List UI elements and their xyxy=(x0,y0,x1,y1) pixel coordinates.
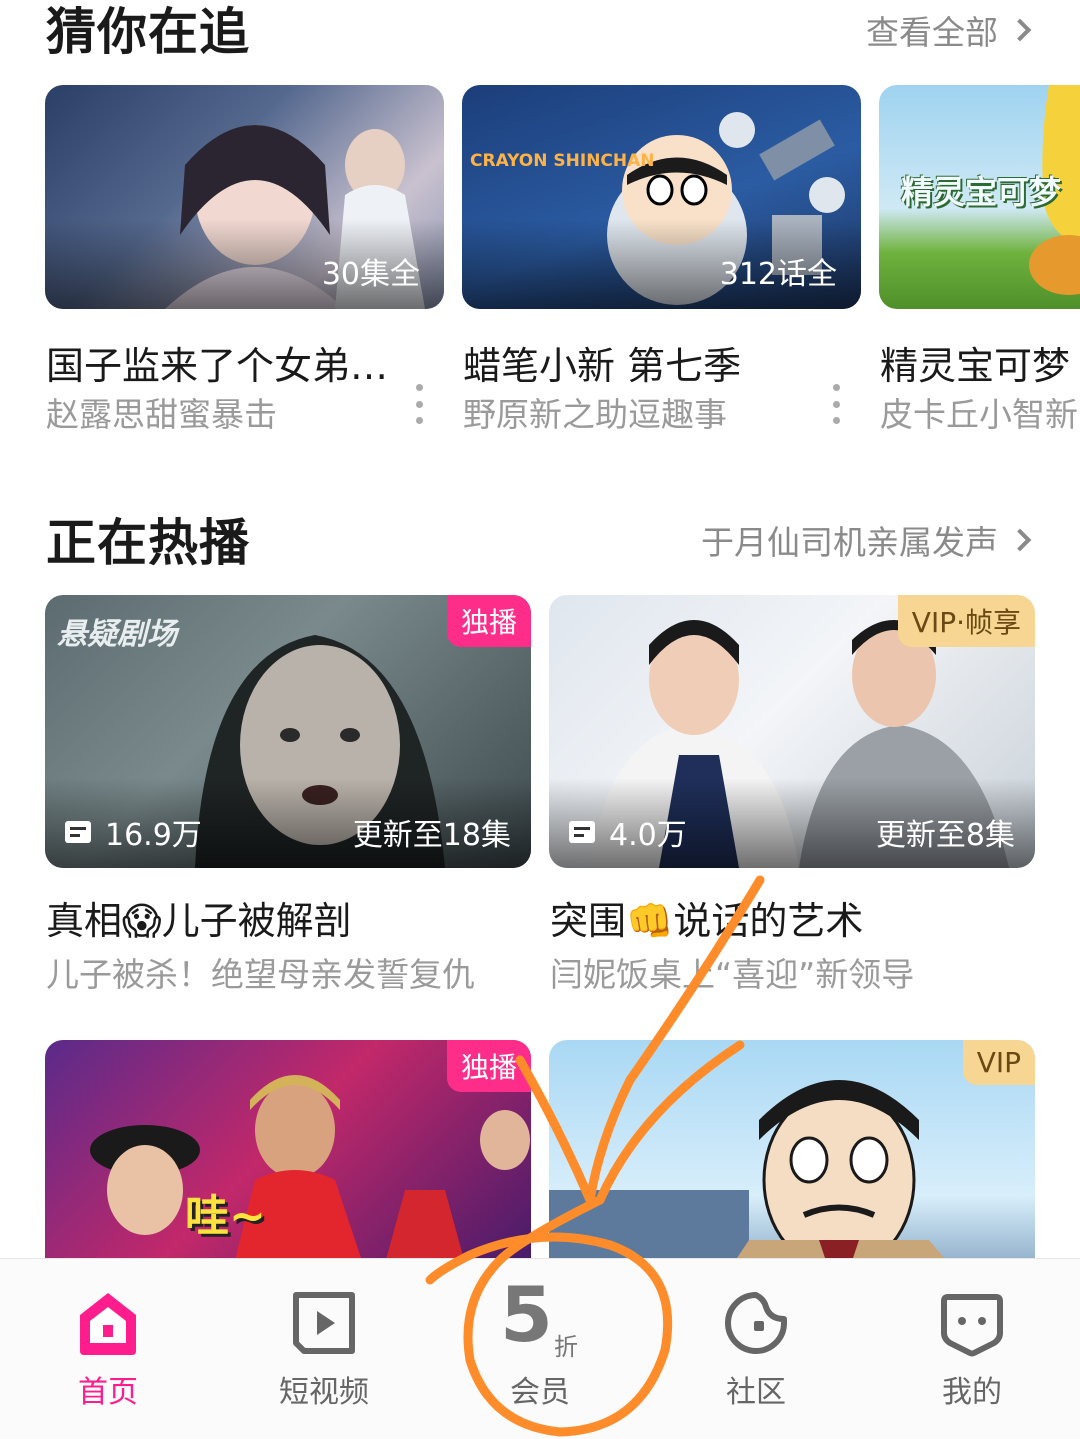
hot-news-link[interactable]: 于月仙司机亲属发声 xyxy=(701,516,1032,564)
update-status: 更新至8集 xyxy=(875,818,1015,853)
tab-home[interactable]: 首页 xyxy=(0,1259,216,1439)
update-status: 更新至18集 xyxy=(352,818,511,853)
tab-label: 我的 xyxy=(942,1375,1002,1410)
view-all-label: 查看全部 xyxy=(866,13,998,52)
chevron-right-icon xyxy=(1008,18,1032,42)
thumbnail[interactable]: 30集全 xyxy=(45,85,444,309)
profile-icon xyxy=(941,1294,1003,1357)
poster-logo-text: 精灵宝可梦 xyxy=(901,173,1062,211)
thumbnail[interactable]: 悬疑剧场 独播 16.9万 更新至18集 xyxy=(45,595,531,868)
tab-label: 社区 xyxy=(726,1375,786,1410)
episode-count: 312话全 xyxy=(719,257,837,292)
view-all-link[interactable]: 查看全部 xyxy=(866,6,1032,54)
chevron-right-icon xyxy=(1008,528,1032,552)
exclusive-badge: 独播 xyxy=(446,1040,531,1092)
card-subtitle: 闫妮饭桌上“喜迎”新领导 xyxy=(550,955,915,994)
tab-short-video[interactable]: 短视频 xyxy=(216,1259,432,1439)
view-count-value: 4.0万 xyxy=(609,818,687,853)
discount-5-icon: 5 xyxy=(500,1270,553,1359)
danmaku-icon xyxy=(569,821,595,843)
tab-label: 首页 xyxy=(78,1375,138,1410)
thumbnail[interactable]: CRAYON SHINCHAN 312话全 xyxy=(462,85,861,309)
section-title: 正在热播 xyxy=(46,514,250,572)
community-icon xyxy=(725,1292,787,1354)
discount-unit: 折 xyxy=(554,1333,578,1361)
section-header-hot: 正在热播 于月仙司机亲属发声 xyxy=(0,503,1080,573)
more-options-icon[interactable] xyxy=(416,384,424,424)
thumbnail[interactable]: VIP·帧享 4.0万 更新至8集 xyxy=(549,595,1035,868)
card-subtitle: 皮卡丘小智新 xyxy=(880,395,1078,434)
card-subtitle: 野原新之助逗趣事 xyxy=(463,395,727,434)
tab-label: 短视频 xyxy=(279,1375,369,1410)
card-title: 精灵宝可梦 xyxy=(880,344,1071,388)
card-subtitle: 儿子被杀！绝望母亲发誓复仇 xyxy=(46,955,475,994)
play-icon xyxy=(293,1292,355,1354)
tab-label: 会员 xyxy=(510,1375,570,1410)
vip-badge: VIP xyxy=(962,1040,1035,1085)
poster-caption: 哇~ xyxy=(185,1191,266,1242)
section-header-watching: 猜你在追 查看全部 xyxy=(0,0,1080,70)
poster-watermark: 悬疑剧场 xyxy=(57,617,177,652)
vip-badge: VIP·帧享 xyxy=(897,595,1035,647)
more-options-icon[interactable] xyxy=(833,384,841,424)
view-count: 4.0万 xyxy=(569,810,687,854)
card-title: 蜡笔小新 第七季 xyxy=(463,344,742,388)
exclusive-badge: 独播 xyxy=(446,595,531,647)
bottom-tab-bar: 首页 短视频 5 折 会员 社区 我的 xyxy=(0,1258,1080,1439)
card-title: 真相😱儿子被解剖 xyxy=(46,899,352,943)
card-title: 突围👊说话的艺术 xyxy=(550,899,864,943)
danmaku-icon xyxy=(65,821,91,843)
tab-profile[interactable]: 我的 xyxy=(864,1259,1080,1439)
home-icon xyxy=(80,1293,136,1355)
section-title: 猜你在追 xyxy=(46,3,250,61)
thumbnail[interactable]: 精灵宝可梦 xyxy=(879,85,1080,309)
hot-news-label: 于月仙司机亲属发声 xyxy=(701,523,998,562)
card-subtitle: 赵露思甜蜜暴击 xyxy=(46,395,277,434)
view-count: 16.9万 xyxy=(65,810,202,854)
episode-count: 30集全 xyxy=(321,257,420,292)
view-count-value: 16.9万 xyxy=(105,818,202,853)
tab-community[interactable]: 社区 xyxy=(648,1259,864,1439)
card-title: 国子监来了个女弟… xyxy=(46,344,389,388)
tab-membership[interactable]: 5 折 会员 xyxy=(432,1259,648,1439)
poster-logo-text: CRAYON SHINCHAN xyxy=(470,151,655,171)
